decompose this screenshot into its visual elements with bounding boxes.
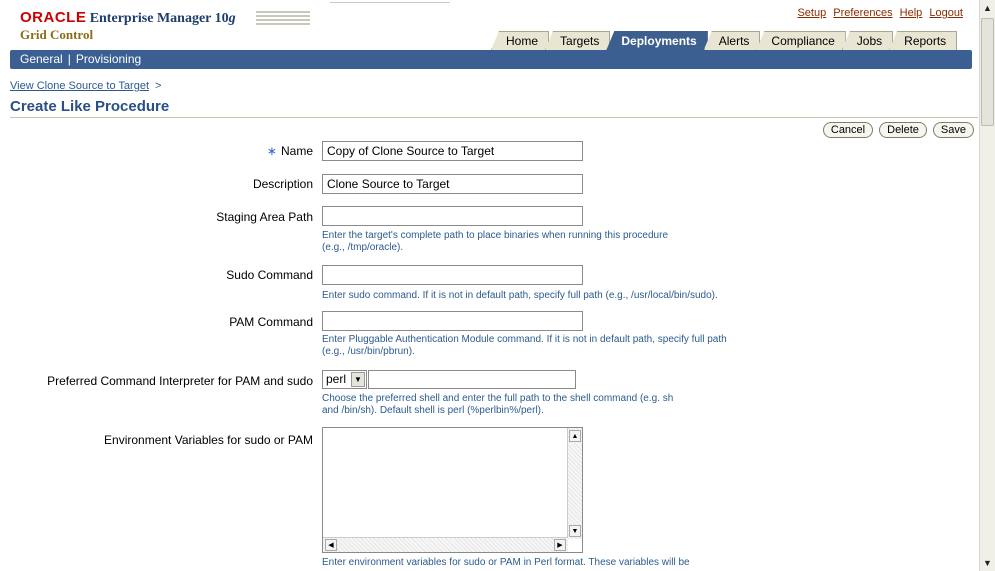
logo-product-text: Enterprise Manager 10g	[89, 11, 236, 26]
name-label: ∗ Name	[266, 144, 313, 158]
textarea-vscrollbar[interactable]: ▲ ▼	[567, 428, 582, 539]
description-field[interactable]: Clone Source to Target	[322, 174, 583, 194]
subnav-separator: |	[67, 52, 71, 66]
sudo-command-label: Sudo Command	[226, 268, 313, 282]
tab-deployments[interactable]: Deployments	[606, 31, 708, 50]
global-links: Setup Preferences Help Logout	[793, 7, 963, 19]
right-arrow-icon[interactable]: ▶	[554, 539, 566, 551]
breadcrumb-link-clone[interactable]: View Clone Source to Target	[10, 80, 149, 92]
tab-jobs[interactable]: Jobs	[841, 31, 894, 50]
staging-path-hint: Enter the target's complete path to plac…	[322, 230, 669, 253]
page-scrollbar[interactable]: ▲ ▼	[979, 0, 995, 571]
interpreter-label: Preferred Command Interpreter for PAM an…	[47, 374, 313, 388]
down-arrow-icon[interactable]: ▼	[569, 525, 581, 537]
title-divider	[10, 117, 978, 118]
subnav-provisioning[interactable]: Provisioning	[76, 52, 141, 66]
up-arrow-icon[interactable]: ▲	[569, 430, 581, 442]
delete-button[interactable]: Delete	[879, 122, 927, 138]
scroll-up-arrow-icon[interactable]: ▲	[980, 0, 995, 16]
breadcrumb: View Clone Source to Target >	[10, 80, 161, 92]
name-field[interactable]: Copy of Clone Source to Target	[322, 141, 583, 161]
subnav-bar: General | Provisioning	[10, 50, 972, 69]
env-variables-hint: Enter environment variables for sudo or …	[322, 557, 690, 568]
sudo-command-field[interactable]	[322, 265, 583, 285]
help-link[interactable]: Help	[900, 7, 923, 19]
sudo-command-hint: Enter sudo command. If it is not in defa…	[322, 290, 718, 301]
top-divider	[330, 2, 450, 3]
oracle-logo: ORACLE Enterprise Manager 10g	[20, 9, 236, 27]
tab-targets[interactable]: Targets	[545, 31, 611, 50]
pam-command-label: PAM Command	[229, 315, 313, 329]
required-icon: ∗	[266, 144, 277, 158]
scroll-down-arrow-icon[interactable]: ▼	[980, 555, 995, 571]
pam-command-hint: Enter Pluggable Authentication Module co…	[322, 334, 727, 357]
staging-path-label: Staging Area Path	[216, 210, 313, 224]
logo-stripes-decoration	[256, 11, 310, 25]
description-label: Description	[252, 177, 313, 191]
env-variables-label: Environment Variables for sudo or PAM	[104, 433, 313, 447]
page-title: Create Like Procedure	[10, 98, 170, 115]
tab-compliance[interactable]: Compliance	[756, 31, 846, 50]
logo-oracle-text: ORACLE	[20, 9, 87, 26]
breadcrumb-separator: >	[155, 80, 162, 92]
staging-path-field[interactable]	[322, 206, 583, 226]
tab-alerts[interactable]: Alerts	[703, 31, 761, 50]
save-button[interactable]: Save	[932, 122, 974, 138]
setup-link[interactable]: Setup	[797, 7, 826, 19]
cancel-button[interactable]: Cancel	[822, 122, 874, 138]
left-arrow-icon[interactable]: ◀	[325, 539, 337, 551]
tab-home[interactable]: Home	[491, 31, 550, 50]
env-variables-textarea[interactable]: ▲ ▼ ◀ ▶	[322, 427, 583, 553]
preferences-link[interactable]: Preferences	[833, 7, 892, 19]
main-tabs: Home Targets Deployments Alerts Complian…	[491, 31, 958, 50]
interpreter-path-field[interactable]	[368, 370, 576, 389]
interpreter-select[interactable]: perl ▼	[322, 370, 367, 389]
subnav-general[interactable]: General	[20, 52, 63, 66]
pam-command-field[interactable]	[322, 311, 583, 331]
app-header: ORACLE Enterprise Manager 10g Grid Contr…	[0, 0, 979, 72]
chevron-down-icon[interactable]: ▼	[351, 372, 365, 387]
logout-link[interactable]: Logout	[929, 7, 963, 19]
tab-reports[interactable]: Reports	[889, 31, 958, 50]
interpreter-hint: Choose the preferred shell and enter the…	[322, 393, 674, 416]
interpreter-selected-value: perl	[326, 372, 347, 386]
scrollbar-thumb[interactable]	[981, 18, 994, 126]
textarea-hscrollbar[interactable]: ◀ ▶	[323, 537, 568, 552]
action-buttons: Cancel Delete Save	[822, 122, 974, 138]
app-subtitle: Grid Control	[20, 27, 94, 42]
